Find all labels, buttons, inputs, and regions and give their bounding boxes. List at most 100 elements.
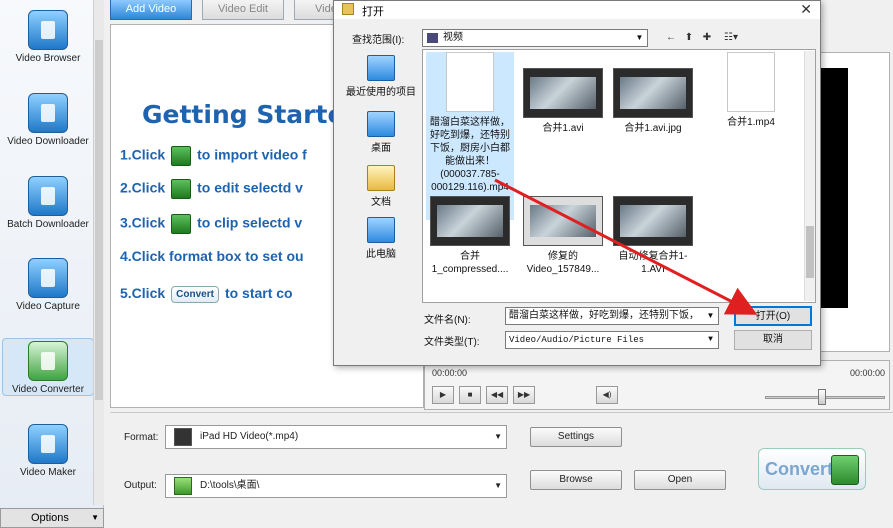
scrollbar-thumb[interactable] bbox=[806, 226, 814, 278]
filetype-value: Video/Audio/Picture Files bbox=[509, 335, 645, 345]
tool-sidebar: Video Browser Video Downloader Batch Dow… bbox=[0, 0, 104, 528]
volume-slider-knob[interactable] bbox=[818, 389, 826, 405]
file-name: 合并1.mp4 bbox=[727, 117, 775, 128]
filename-value: 醋溜白菜这样做，好吃到爆，还特别下饭， bbox=[509, 310, 699, 321]
sidebar-item-label: Video Browser bbox=[15, 53, 81, 64]
convert-label: Convert bbox=[765, 459, 834, 479]
tab-add-video[interactable]: Add Video bbox=[110, 0, 192, 20]
place-label: 此电脑 bbox=[366, 249, 396, 260]
convert-button[interactable]: Convert bbox=[758, 448, 866, 490]
sidebar-item-video-maker[interactable]: Video Maker bbox=[2, 424, 94, 478]
options-dropdown[interactable]: Options ▼ bbox=[0, 508, 104, 528]
file-item[interactable]: 合并1.avi bbox=[519, 68, 607, 135]
place-label: 文档 bbox=[371, 197, 391, 208]
sidebar-item-video-capture[interactable]: Video Capture bbox=[2, 258, 94, 312]
browse-button[interactable]: Browse bbox=[530, 470, 622, 490]
up-folder-icon[interactable]: ⬆ bbox=[682, 31, 696, 44]
sidebar-item-label: Video Converter bbox=[11, 384, 85, 395]
folder-icon bbox=[427, 33, 438, 43]
dialog-title: 打开 bbox=[362, 6, 384, 18]
convert-icon bbox=[831, 455, 859, 485]
folder-icon bbox=[342, 3, 354, 15]
clip-video-icon[interactable] bbox=[171, 214, 192, 234]
batch-downloader-icon bbox=[28, 176, 68, 216]
video-thumbnail bbox=[613, 196, 693, 246]
prev-frame-icon[interactable]: ◀◀ bbox=[486, 386, 508, 404]
chevron-down-icon: ▼ bbox=[494, 432, 502, 441]
settings-button[interactable]: Settings bbox=[530, 427, 622, 447]
sidebar-item-label: Video Capture bbox=[16, 301, 80, 312]
video-maker-icon bbox=[28, 424, 68, 464]
video-preview bbox=[818, 68, 848, 308]
sidebar-item-batch-downloader[interactable]: Batch Downloader bbox=[2, 176, 94, 230]
filetype-label: 文件类型(T): bbox=[424, 337, 480, 348]
download-arrow-icon bbox=[174, 477, 192, 495]
chevron-down-icon: ▼ bbox=[704, 308, 717, 324]
step-4: 4.Click format box to set ou bbox=[120, 248, 304, 264]
play-icon[interactable]: ▶ bbox=[432, 386, 454, 404]
chevron-down-icon: ▼ bbox=[704, 332, 717, 348]
recent-items-icon bbox=[367, 55, 395, 81]
output-path-select[interactable]: D:\tools\桌面\ ▼ bbox=[165, 474, 507, 498]
edit-video-icon[interactable] bbox=[171, 179, 192, 199]
format-select[interactable]: iPad HD Video(*.mp4) ▼ bbox=[165, 425, 507, 449]
close-icon[interactable]: ✕ bbox=[800, 1, 812, 18]
dialog-titlebar[interactable]: 打开 ✕ bbox=[334, 1, 820, 19]
import-video-icon[interactable] bbox=[171, 146, 192, 166]
sidebar-item-video-converter[interactable]: Video Converter bbox=[2, 338, 94, 396]
view-menu-icon[interactable]: ☷▾ bbox=[720, 31, 742, 44]
file-list-scrollbar[interactable] bbox=[804, 51, 815, 301]
file-name: 修复的Video_157849... bbox=[526, 251, 600, 275]
sidebar-item-label: Batch Downloader bbox=[7, 219, 89, 230]
file-item[interactable]: 合并1.avi.jpg bbox=[609, 68, 697, 135]
desktop-icon bbox=[367, 111, 395, 137]
open-folder-button[interactable]: Open bbox=[634, 470, 726, 490]
volume-icon[interactable]: ◀) bbox=[596, 386, 618, 404]
step-text: to start co bbox=[224, 285, 293, 301]
new-folder-icon[interactable]: ✚ bbox=[700, 31, 714, 44]
place-desktop[interactable]: 桌面 bbox=[344, 111, 418, 154]
open-file-dialog: 打开 ✕ 查找范围(I): 视频 ▼ ← ⬆ ✚ ☷▾ 最近使用的项目 桌面 文… bbox=[333, 0, 821, 366]
place-recent[interactable]: 最近使用的项目 bbox=[344, 55, 418, 98]
sidebar-item-video-downloader[interactable]: Video Downloader bbox=[2, 93, 94, 147]
step-1: 1.Click to import video f bbox=[120, 146, 307, 166]
computer-icon bbox=[367, 217, 395, 243]
next-frame-icon[interactable]: ▶▶ bbox=[513, 386, 535, 404]
step-5: 5.Click Convert to start co bbox=[120, 285, 293, 303]
filename-input[interactable]: 醋溜白菜这样做，好吃到爆，还特别下饭， ▼ bbox=[505, 307, 719, 325]
file-item[interactable]: 自动修复合并1-1.AVI bbox=[609, 196, 697, 276]
tab-video-clip[interactable]: Vide bbox=[294, 0, 336, 20]
open-button[interactable]: 打开(O) bbox=[734, 306, 812, 326]
format-label: Format: bbox=[124, 432, 159, 443]
sidebar-item-video-browser[interactable]: Video Browser bbox=[2, 10, 94, 64]
file-item[interactable]: 合并1.mp4 bbox=[707, 52, 795, 129]
convert-mini-button[interactable]: Convert bbox=[171, 285, 219, 303]
step-text: 2.Click bbox=[120, 179, 166, 196]
video-thumbnail bbox=[430, 196, 510, 246]
back-icon[interactable]: ← bbox=[664, 31, 678, 44]
place-this-pc[interactable]: 此电脑 bbox=[344, 217, 418, 260]
video-converter-icon bbox=[28, 341, 68, 381]
place-label: 最近使用的项目 bbox=[346, 87, 416, 98]
cancel-button[interactable]: 取消 bbox=[734, 330, 812, 350]
sidebar-scrollbar[interactable] bbox=[93, 0, 104, 505]
look-in-select[interactable]: 视频 ▼ bbox=[422, 29, 648, 47]
file-list: 醋溜白菜这样做，好吃到爆，还特别下饭，厨房小白都能做出来！(000037.785… bbox=[422, 49, 816, 303]
scrollbar-thumb[interactable] bbox=[95, 40, 103, 400]
step-text: to import video f bbox=[197, 146, 307, 163]
place-documents[interactable]: 文档 bbox=[344, 165, 418, 208]
file-item[interactable]: 合并1_compressed.... bbox=[426, 196, 514, 276]
places-bar: 最近使用的项目 桌面 文档 此电脑 bbox=[344, 49, 418, 299]
chevron-down-icon: ▼ bbox=[494, 481, 502, 490]
file-item[interactable]: 醋溜白菜这样做，好吃到爆，还特别下饭，厨房小白都能做出来！(000037.785… bbox=[426, 52, 514, 220]
stop-icon[interactable]: ■ bbox=[459, 386, 481, 404]
tab-video-edit[interactable]: Video Edit bbox=[202, 0, 284, 20]
filename-label: 文件名(N): bbox=[424, 315, 471, 326]
file-item[interactable]: 修复的Video_157849... bbox=[519, 196, 607, 276]
video-thumbnail bbox=[523, 68, 603, 118]
filetype-select[interactable]: Video/Audio/Picture Files ▼ bbox=[505, 331, 719, 349]
sidebar-item-label: Video Downloader bbox=[7, 136, 89, 147]
options-label: Options bbox=[31, 512, 69, 524]
chevron-down-icon: ▼ bbox=[91, 513, 99, 522]
total-time: 00:00:00 bbox=[850, 368, 886, 378]
